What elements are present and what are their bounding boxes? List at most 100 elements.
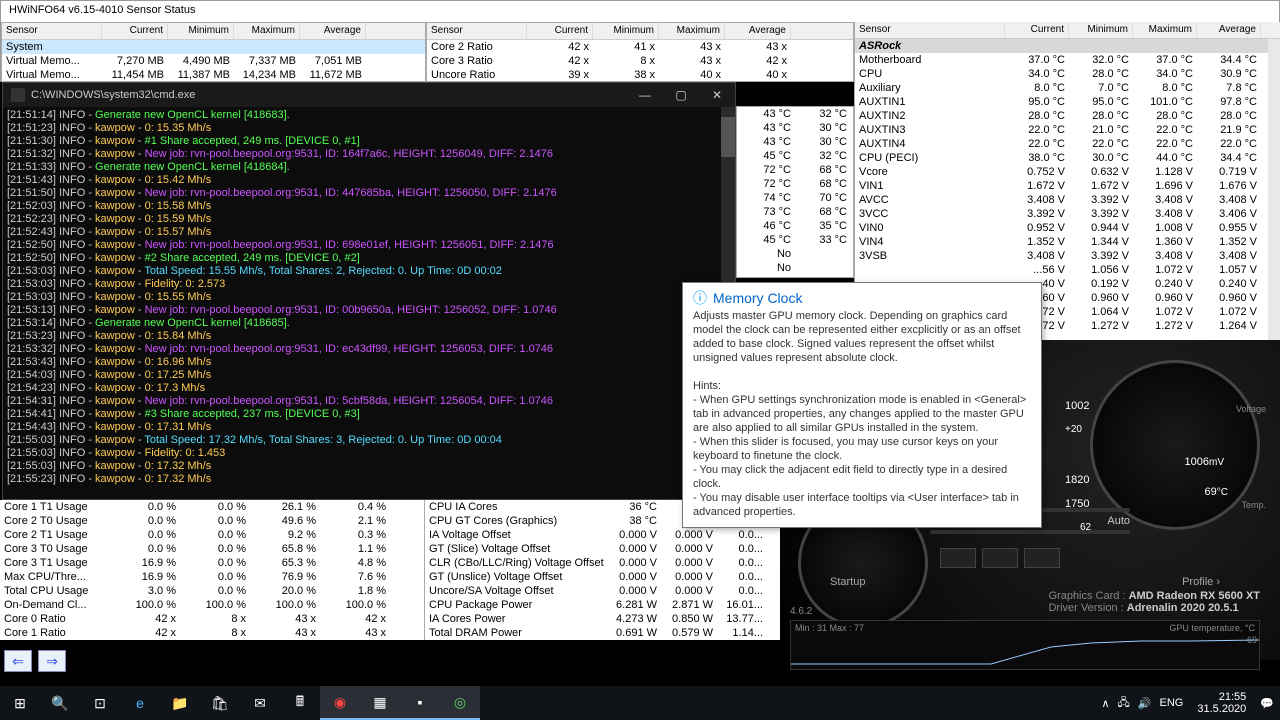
app-icon-red[interactable]: ◉: [320, 686, 360, 720]
sensor-row[interactable]: 45 °C32 °C: [737, 149, 853, 163]
ab-reset-button[interactable]: [1024, 548, 1060, 568]
sensor-row[interactable]: CPU Package Power 6.281 W 2.871 W 16.01.…: [425, 598, 780, 612]
sensor-row[interactable]: Core 2 T1 Usage 0.0 % 0.0 % 9.2 % 0.3 %: [0, 528, 424, 542]
sensor-row[interactable]: ...56 V 1.056 V 1.072 V 1.057 V: [855, 263, 1280, 277]
notifications-icon[interactable]: 💬: [1260, 697, 1274, 710]
sensor-row[interactable]: Total DRAM Power 0.691 W 0.579 W 1.14...: [425, 626, 780, 640]
sensor-row[interactable]: Virtual Memo... 7,270 MB 4,490 MB 7,337 …: [2, 54, 425, 68]
sensor-row[interactable]: No: [737, 261, 853, 275]
fan-speed-slider[interactable]: [930, 530, 1130, 534]
sensor-row[interactable]: VIN1 1.672 V 1.672 V 1.696 V 1.676 V: [855, 179, 1280, 193]
sensor-row[interactable]: CLR (CBo/LLC/Ring) Voltage Offset 0.000 …: [425, 556, 780, 570]
sensor-row[interactable]: Motherboard 37.0 °C 32.0 °C 37.0 °C 34.4…: [855, 53, 1280, 67]
sensor-row[interactable]: Total CPU Usage 3.0 % 0.0 % 20.0 % 1.8 %: [0, 584, 424, 598]
minimize-button[interactable]: —: [627, 83, 663, 107]
network-icon[interactable]: 🖧: [1118, 694, 1130, 713]
sensor-header: Sensor Current Minimum Maximum Average: [2, 23, 425, 40]
sensor-row[interactable]: 73 °C68 °C: [737, 205, 853, 219]
sensor-row[interactable]: Core 2 Ratio 42 x 41 x 43 x 43 x: [427, 40, 853, 54]
lang-indicator[interactable]: ENG: [1160, 697, 1184, 709]
sensor-row[interactable]: CPU 34.0 °C 28.0 °C 34.0 °C 30.9 °C: [855, 67, 1280, 81]
cmd-titlebar[interactable]: C:\WINDOWS\system32\cmd.exe — ▢ ✕: [3, 83, 735, 107]
scrollbar[interactable]: [1268, 39, 1280, 342]
taskbar[interactable]: ⊞ 🔍 ⊡ e 📁 🛍 ✉ 🖩 ◉ ▦ ▪ ◎ ∧ 🖧 🔊 ENG 21:553…: [0, 686, 1280, 720]
sensor-row[interactable]: GT (Unslice) Voltage Offset 0.000 V 0.00…: [425, 570, 780, 584]
system-tray[interactable]: ∧ 🖧 🔊 ENG 21:5531.5.2020 💬: [1101, 686, 1274, 720]
sensor-row[interactable]: 43 °C32 °C: [737, 107, 853, 121]
hwinfo-title: HWiNFO64 v6.15-4010 Sensor Status: [1, 1, 1279, 23]
calc-icon[interactable]: 🖩: [280, 686, 320, 720]
ab-apply-button[interactable]: [982, 548, 1018, 568]
explorer-icon[interactable]: 📁: [160, 686, 200, 720]
tray-icon[interactable]: ∧: [1101, 697, 1109, 710]
taskview-icon[interactable]: ⊡: [80, 686, 120, 720]
app-icon-green[interactable]: ◎: [440, 686, 480, 720]
sensor-row[interactable]: No: [737, 247, 853, 261]
sensor-row[interactable]: AUXTIN2 28.0 °C 28.0 °C 28.0 °C 28.0 °C: [855, 109, 1280, 123]
sensor-panel-2[interactable]: Sensor Current Minimum Maximum Average C…: [426, 22, 854, 82]
sensor-row[interactable]: Core 2 T0 Usage 0.0 % 0.0 % 49.6 % 2.1 %: [0, 514, 424, 528]
sensor-row[interactable]: AUXTIN3 22.0 °C 21.0 °C 22.0 °C 21.9 °C: [855, 123, 1280, 137]
start-button[interactable]: ⊞: [0, 686, 40, 720]
sensor-row[interactable]: AUXTIN4 22.0 °C 22.0 °C 22.0 °C 22.0 °C: [855, 137, 1280, 151]
sensor-row[interactable]: AUXTIN1 95.0 °C 95.0 °C 101.0 °C 97.8 °C: [855, 95, 1280, 109]
sensor-row[interactable]: 74 °C70 °C: [737, 191, 853, 205]
gpu-info: Graphics Card : AMD Radeon RX 5600 XT Dr…: [1048, 590, 1260, 614]
edge-icon[interactable]: e: [120, 686, 160, 720]
sensor-row[interactable]: VIN4 1.352 V 1.344 V 1.360 V 1.352 V: [855, 235, 1280, 249]
maximize-button[interactable]: ▢: [663, 83, 699, 107]
store-icon[interactable]: 🛍: [200, 686, 240, 720]
ab-settings-button[interactable]: [940, 548, 976, 568]
sensor-row[interactable]: Vcore 0.752 V 0.632 V 1.128 V 0.719 V: [855, 165, 1280, 179]
sensor-row[interactable]: 43 °C30 °C: [737, 135, 853, 149]
cmd-taskbar-icon[interactable]: ▪: [400, 686, 440, 720]
sensor-row[interactable]: Auxiliary 8.0 °C 7.0 °C 8.0 °C 7.8 °C: [855, 81, 1280, 95]
sensor-row[interactable]: 72 °C68 °C: [737, 163, 853, 177]
memory-clock-tooltip: Memory Clock Adjusts master GPU memory c…: [682, 282, 1042, 528]
mid-temps: 43 °C32 °C43 °C30 °C43 °C30 °C45 °C32 °C…: [736, 106, 854, 278]
sensor-row[interactable]: Core 1 T1 Usage 0.0 % 0.0 % 26.1 % 0.4 %: [0, 500, 424, 514]
cmd-icon: [11, 88, 25, 102]
sensor-row[interactable]: VIN0 0.952 V 0.944 V 1.008 V 0.955 V: [855, 221, 1280, 235]
sensor-row[interactable]: Uncore/SA Voltage Offset 0.000 V 0.000 V…: [425, 584, 780, 598]
back-button[interactable]: ⇐: [4, 650, 32, 672]
bottom-sensors[interactable]: Core 1 T1 Usage 0.0 % 0.0 % 26.1 % 0.4 %…: [0, 500, 780, 640]
asrock-header[interactable]: ASRock: [855, 39, 1280, 53]
cmd-body[interactable]: [21:51:14] INFO - Generate new OpenCL ke…: [3, 107, 735, 499]
sensor-row[interactable]: Core 3 T0 Usage 0.0 % 0.0 % 65.8 % 1.1 %: [0, 542, 424, 556]
startup-label[interactable]: Startup: [830, 576, 865, 588]
sensor-row[interactable]: IA Voltage Offset 0.000 V 0.000 V 0.0...: [425, 528, 780, 542]
search-icon[interactable]: 🔍: [40, 686, 80, 720]
sensor-row[interactable]: 46 °C35 °C: [737, 219, 853, 233]
voltage-readout: 1006mV: [1185, 445, 1224, 471]
sensor-row[interactable]: CPU (PECI) 38.0 °C 30.0 °C 44.0 °C 34.4 …: [855, 151, 1280, 165]
sensor-row[interactable]: 3VCC 3.392 V 3.392 V 3.408 V 3.406 V: [855, 207, 1280, 221]
sensor-row[interactable]: Core 3 T1 Usage 16.9 % 0.0 % 65.3 % 4.8 …: [0, 556, 424, 570]
sensor-row[interactable]: IA Cores Power 4.273 W 0.850 W 13.77...: [425, 612, 780, 626]
sensor-row[interactable]: AVCC 3.408 V 3.392 V 3.408 V 3.408 V: [855, 193, 1280, 207]
temp-graph[interactable]: Min : 31 Max : 77 GPU temperature, °C 69: [790, 620, 1260, 670]
sensor-row[interactable]: Core 1 Ratio 42 x 8 x 43 x 43 x: [0, 626, 424, 640]
mail-icon[interactable]: ✉: [240, 686, 280, 720]
volume-icon[interactable]: 🔊: [1138, 697, 1152, 710]
profile-label[interactable]: Profile ›: [1182, 576, 1220, 588]
sensor-row[interactable]: Max CPU/Thre... 16.9 % 0.0 % 76.9 % 7.6 …: [0, 570, 424, 584]
cmd-window[interactable]: C:\WINDOWS\system32\cmd.exe — ▢ ✕ [21:51…: [2, 82, 736, 500]
clock[interactable]: 21:5531.5.2020: [1191, 691, 1252, 715]
sensor-row[interactable]: Core 0 Ratio 42 x 8 x 43 x 42 x: [0, 612, 424, 626]
close-button[interactable]: ✕: [699, 83, 735, 107]
sensor-row[interactable]: On-Demand Cl... 100.0 % 100.0 % 100.0 % …: [0, 598, 424, 612]
sensor-panel-1[interactable]: Sensor Current Minimum Maximum Average S…: [1, 22, 426, 82]
hwinfo-taskbar-icon[interactable]: ▦: [360, 686, 400, 720]
sensor-row[interactable]: 45 °C33 °C: [737, 233, 853, 247]
sensor-row[interactable]: 43 °C30 °C: [737, 121, 853, 135]
version: 4.6.2: [790, 606, 812, 617]
forward-button[interactable]: ⇒: [38, 650, 66, 672]
sensor-row[interactable]: Core 3 Ratio 42 x 8 x 43 x 42 x: [427, 54, 853, 68]
sensor-row[interactable]: 72 °C68 °C: [737, 177, 853, 191]
sensor-row[interactable]: System: [2, 40, 425, 54]
sensor-row[interactable]: GT (Slice) Voltage Offset 0.000 V 0.000 …: [425, 542, 780, 556]
sensor-row[interactable]: 3VSB 3.408 V 3.392 V 3.408 V 3.408 V: [855, 249, 1280, 263]
sensor-row[interactable]: Uncore Ratio 39 x 38 x 40 x 40 x: [427, 68, 853, 82]
sensor-row[interactable]: Virtual Memo... 11,454 MB 11,387 MB 14,2…: [2, 68, 425, 82]
